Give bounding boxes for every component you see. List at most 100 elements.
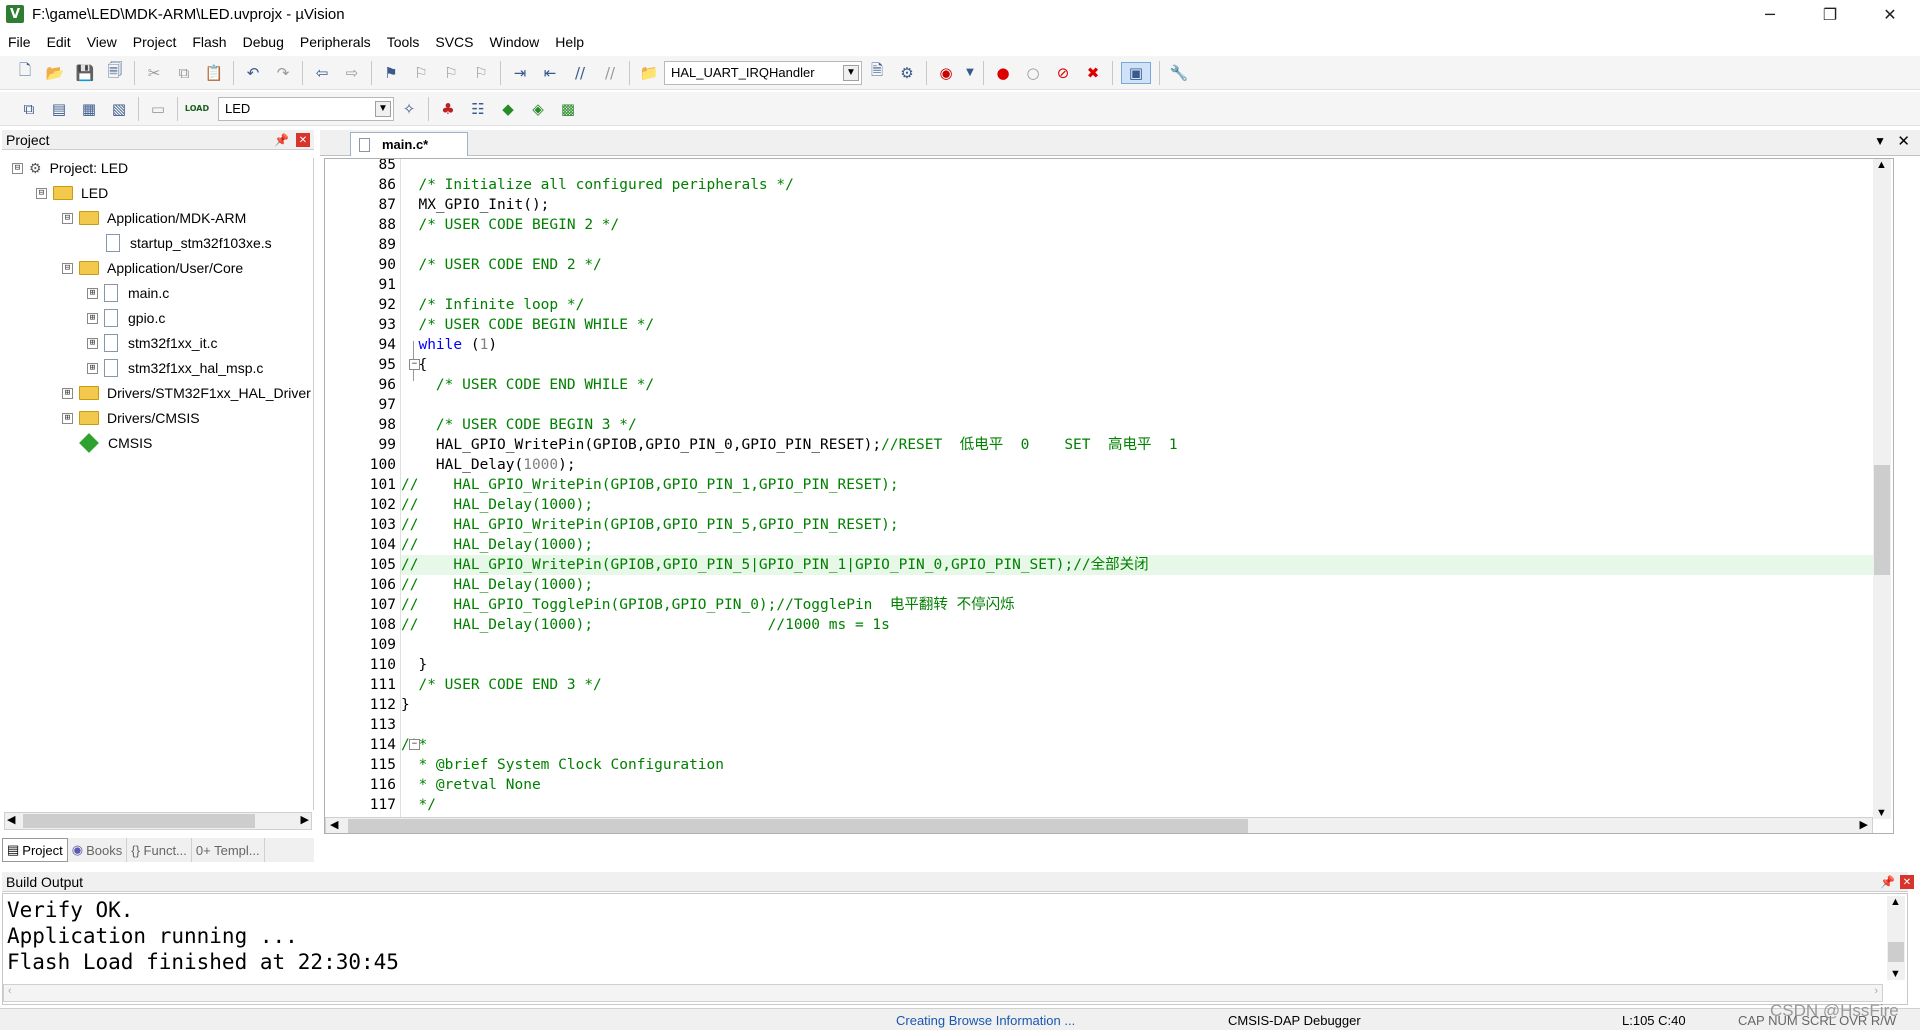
scroll-right-icon[interactable]: ▶ [1860,818,1868,831]
menu-edit[interactable]: Edit [39,34,79,50]
code-line[interactable]: // HAL_GPIO_WritePin(GPIOB,GPIO_PIN_5|GP… [401,555,1891,575]
pin-icon[interactable]: 📌 [1880,875,1895,889]
code-line[interactable]: HAL_GPIO_WritePin(GPIOB,GPIO_PIN_0,GPIO_… [401,435,1891,455]
tree-node-target[interactable]: ⊟ LED [36,183,108,203]
code-line[interactable]: /* Infinite loop */ [401,295,1891,315]
build-vscrollbar[interactable]: ▲ ▼ [1887,896,1905,980]
code-line[interactable] [401,635,1891,655]
code-line[interactable]: /** [401,735,1891,755]
menu-debug[interactable]: Debug [235,34,292,50]
scroll-thumb[interactable] [1888,942,1904,962]
manage-project-items-icon[interactable]: ♣ [437,98,459,120]
bookmark-icon[interactable]: ⚑ [380,62,402,84]
tab-main-c[interactable]: main.c* [350,132,468,156]
kill-breakpoints-icon[interactable]: ✖ [1082,62,1104,84]
collapse-icon[interactable]: ⊟ [36,187,47,199]
source-browser-icon[interactable]: ⚙ [896,62,918,84]
code-line[interactable]: while (1) [401,335,1891,355]
copy-icon[interactable]: ⧉ [173,62,195,84]
close-button[interactable]: ✕ [1860,0,1920,28]
comment-icon[interactable]: // [569,62,591,84]
tree-node-file-main[interactable]: ⊞ main.c [87,283,169,303]
scroll-thumb[interactable] [23,814,255,828]
save-icon[interactable]: 💾 [74,62,96,84]
open-file-icon[interactable]: 📂 [44,62,66,84]
tree-node-group-core[interactable]: ⊟ Application/User/Core [62,258,243,278]
new-file-icon[interactable]: 🗋 [14,61,36,84]
pack-installer-icon[interactable]: ◈ [527,98,549,120]
scroll-up-icon[interactable]: ▲ [1890,896,1901,908]
tree-node-project[interactable]: ⊟ ⚙ Project: LED [12,158,128,178]
code-line[interactable]: { [401,355,1891,375]
tab-books[interactable]: ◉ Books [68,838,128,862]
scroll-left-icon[interactable]: ◀ [330,818,338,831]
load-icon[interactable]: LOAD [185,98,209,120]
code-line[interactable]: */ [401,795,1891,815]
code-line[interactable]: MX_GPIO_Init(); [401,195,1891,215]
menu-window[interactable]: Window [482,34,548,50]
fold-collapse-icon[interactable]: − [409,359,420,370]
manage-rte-icon[interactable]: ☷ [467,98,489,120]
scroll-down-icon[interactable]: ▼ [1876,807,1887,819]
scroll-thumb[interactable] [1874,465,1890,575]
editor-hscrollbar[interactable]: ◀ ▶ [325,817,1873,833]
code-line[interactable]: /* USER CODE END 2 */ [401,255,1891,275]
menu-project[interactable]: Project [125,34,185,50]
code-line[interactable]: // HAL_Delay(1000); //1000 ms = 1s [401,615,1891,635]
close-panel-icon[interactable]: ✕ [1900,875,1914,889]
tree-node-group-cmsis[interactable]: ⊞ Drivers/CMSIS [62,408,200,428]
expand-icon[interactable]: ⊞ [87,287,98,299]
tree-node-cmsis-component[interactable]: CMSIS [78,433,152,453]
configure-icon[interactable]: 🔧 [1168,62,1190,84]
unindent-icon[interactable]: ⇤ [539,62,561,84]
pin-icon[interactable]: 📌 [274,133,289,147]
tree-node-file-startup[interactable]: startup_stm32f103xe.s [106,233,272,253]
build-hscrollbar[interactable]: ‹ › [3,984,1883,1002]
tree-node-group-mdk[interactable]: ⊟ Application/MDK-ARM [62,208,246,228]
redo-icon[interactable]: ↷ [272,62,294,84]
scroll-right-icon[interactable]: ▶ [301,813,309,826]
scroll-right-icon[interactable]: › [1874,985,1878,997]
software-components-icon[interactable]: ▩ [557,98,579,120]
collapse-icon[interactable]: ⊟ [12,162,23,174]
tab-list-dropdown-icon[interactable]: ▼ [1874,134,1886,148]
code-line[interactable]: * @brief System Clock Configuration [401,755,1891,775]
nav-back-icon[interactable]: ⇦ [311,62,333,84]
next-bookmark-icon[interactable]: ⚐ [440,62,462,84]
code-line[interactable]: /* USER CODE END 3 */ [401,675,1891,695]
code-line[interactable]: /* USER CODE BEGIN 2 */ [401,215,1891,235]
menu-file[interactable]: File [0,34,39,50]
code-line[interactable] [401,395,1891,415]
code-line[interactable]: } [401,695,1891,715]
code-line[interactable]: // HAL_Delay(1000); [401,575,1891,595]
close-tab-icon[interactable]: ✕ [1897,132,1910,150]
scroll-down-icon[interactable]: ▼ [1890,968,1901,980]
scroll-up-icon[interactable]: ▲ [1876,159,1887,171]
code-line[interactable]: // HAL_Delay(1000); [401,495,1891,515]
code-line[interactable]: /* USER CODE BEGIN 3 */ [401,415,1891,435]
code-line[interactable]: /* USER CODE BEGIN WHILE */ [401,315,1891,335]
code-line[interactable]: // HAL_Delay(1000); [401,535,1891,555]
menu-peripherals[interactable]: Peripherals [292,34,379,50]
clear-bookmarks-icon[interactable]: ⚐ [470,62,492,84]
translate-icon[interactable]: ⧉ [18,98,40,120]
select-packs-icon[interactable]: ◆ [497,98,519,120]
target-combo[interactable]: LED ▼ [218,96,394,121]
browse-icon[interactable]: 🗎 [866,61,888,84]
function-combo[interactable]: HAL_UART_IRQHandler ▼ [664,60,862,85]
chevron-down-icon[interactable]: ▼ [375,100,391,117]
code-line[interactable]: HAL_Delay(1000); [401,455,1891,475]
tree-node-file-gpio[interactable]: ⊞ gpio.c [87,308,165,328]
enable-breakpoint-icon[interactable]: ○ [1022,62,1044,84]
expand-icon[interactable]: ⊞ [87,312,98,324]
tab-project[interactable]: ▤ Project [2,838,68,862]
code-line[interactable]: /* Initialize all configured peripherals… [401,175,1891,195]
menu-help[interactable]: Help [547,34,592,50]
nav-forward-icon[interactable]: ⇨ [341,62,363,84]
collapse-icon[interactable]: ⊟ [62,212,73,224]
insert-breakpoint-icon[interactable]: ● [992,62,1014,84]
uncomment-icon[interactable]: // [599,62,621,84]
expand-icon[interactable]: ⊞ [87,362,98,374]
paste-icon[interactable]: 📋 [203,62,225,84]
save-all-icon[interactable]: 🗐 [104,61,126,84]
